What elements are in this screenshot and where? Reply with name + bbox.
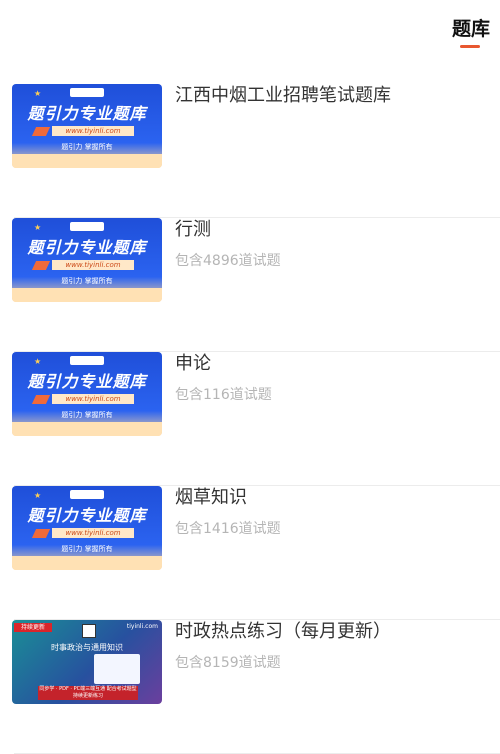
item-name: 申论 [175,353,211,374]
item-count: 包含116道试题 [175,387,272,403]
thumbnail-url: www.tiyinli.com [52,528,134,538]
thumbnail-base [12,154,162,168]
thumbnail-url: www.tiyinli.com [52,260,134,270]
item-count: 包含8159道试题 [175,655,281,671]
item-info: 行测 包含4896道试题 [175,218,500,270]
current-affairs-thumbnail: 持续更新 tiyinli.com 时事政治与通用知识 同步学 · PDF · P… [12,620,162,704]
thumbnail-base [12,422,162,436]
item-info: 烟草知识 包含1416道试题 [175,486,500,538]
logo-badge [70,88,104,97]
item-info: 江西中烟工业招聘笔试题库 [175,84,500,116]
item-name: 烟草知识 [175,487,247,508]
logo-badge [70,222,104,231]
top-bar: 题库 [0,0,500,60]
list-item[interactable]: ★ 题引力专业题库 www.tiyinli.com 题引力 掌握所有 江西中烟工… [12,84,500,218]
item-name: 时政热点练习（每月更新） [175,621,391,642]
thumbnail-url: www.tiyinli.com [52,126,134,136]
bank-thumbnail: ★ 题引力专业题库 www.tiyinli.com 题引力 掌握所有 [12,84,162,168]
star-icon: ★ [34,357,42,366]
thumbnail-subtitle: 题引力 掌握所有 [61,143,113,151]
list-item[interactable]: ★ 题引力专业题库 www.tiyinli.com 题引力 掌握所有 行测 包含… [12,218,500,352]
logo-badge [70,490,104,499]
arrow-icon [31,261,51,270]
thumbnail-base [12,556,162,570]
active-tab-indicator [460,45,480,48]
item-info: 时政热点练习（每月更新） 包含8159道试题 [175,620,500,672]
item-name: 江西中烟工业招聘笔试题库 [175,85,391,106]
thumbnail-url: www.tiyinli.com [52,394,134,404]
arrow-icon [31,395,51,404]
arrow-icon [31,529,51,538]
thumbnail-site: tiyinli.com [126,623,158,630]
thumbnail-title: 题引力专业题库 [27,372,147,391]
item-info: 申论 包含116道试题 [175,352,500,404]
bank-thumbnail: ★ 题引力专业题库 www.tiyinli.com 题引力 掌握所有 [12,218,162,302]
thumbnail-subtitle: 题引力 掌握所有 [61,545,113,553]
list-item[interactable]: ★ 题引力专业题库 www.tiyinli.com 题引力 掌握所有 烟草知识 … [12,486,500,620]
app-window-image [94,654,140,684]
tab-question-bank[interactable]: 题库 [452,14,490,41]
thumbnail-headline: 时事政治与通用知识 [51,643,123,652]
thumbnail-title: 题引力专业题库 [27,104,147,123]
list-item[interactable]: 持续更新 tiyinli.com 时事政治与通用知识 同步学 · PDF · P… [12,620,500,754]
thumbnail-title: 题引力专业题库 [27,238,147,257]
thumbnail-title: 题引力专业题库 [27,506,147,525]
thumbnail-box-text: 同步学 · PDF · PC端三端互通 配合考试题型持续更新练习 [38,686,138,700]
update-flag: 持续更新 [14,623,52,632]
item-name: 行测 [175,219,211,240]
bank-thumbnail: ★ 题引力专业题库 www.tiyinli.com 题引力 掌握所有 [12,352,162,436]
arrow-icon [31,127,51,136]
item-count: 包含1416道试题 [175,521,281,537]
logo-badge [70,356,104,365]
star-icon: ★ [34,491,42,500]
item-count: 包含4896道试题 [175,253,281,269]
thumbnail-base [12,288,162,302]
bank-thumbnail: ★ 题引力专业题库 www.tiyinli.com 题引力 掌握所有 [12,486,162,570]
thumbnail-subtitle: 题引力 掌握所有 [61,277,113,285]
star-icon: ★ [34,89,42,98]
list-item[interactable]: ★ 题引力专业题库 www.tiyinli.com 题引力 掌握所有 申论 包含… [12,352,500,486]
logo-icon [82,624,96,638]
star-icon: ★ [34,223,42,232]
thumbnail-subtitle: 题引力 掌握所有 [61,411,113,419]
